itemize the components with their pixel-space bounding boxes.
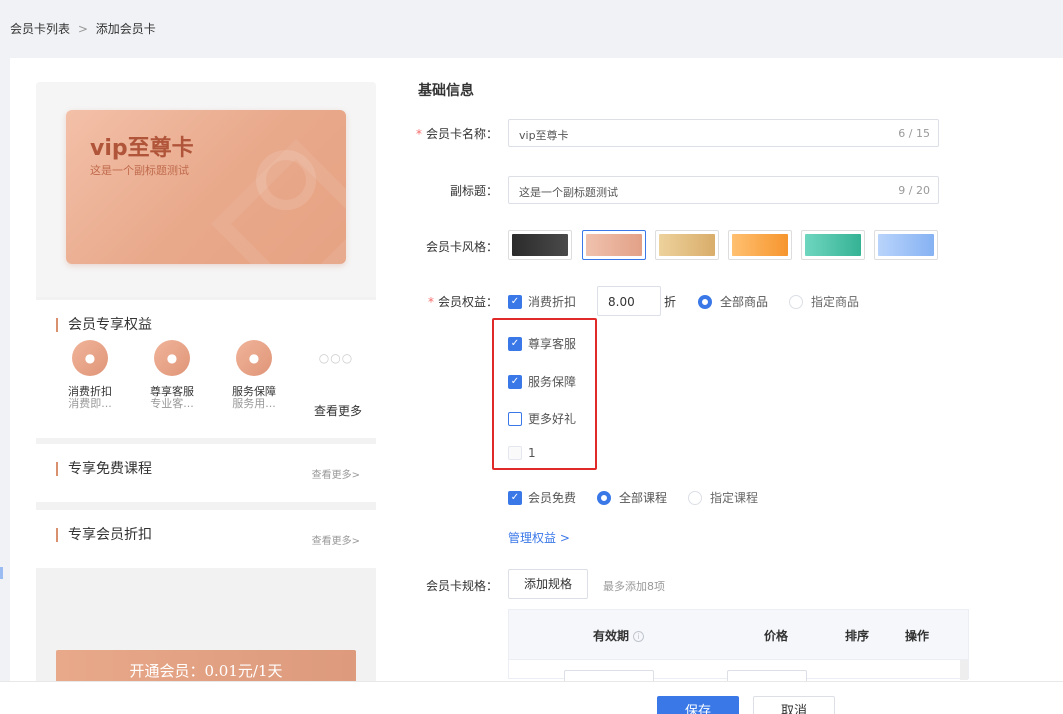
right-checkbox-service[interactable]: ✓ 尊享客服 [508,335,576,352]
member-discount-more-link[interactable]: 查看更多> [312,532,360,547]
checkbox-icon [508,411,522,426]
add-spec-button[interactable]: 添加规格 [508,569,588,599]
card-subtitle: 这是一个副标题测试 [90,164,189,177]
check-icon: ✓ [508,294,522,309]
swatch-rose-selected[interactable] [582,230,646,260]
free-checkbox[interactable]: ✓ 会员免费 [508,489,576,506]
radio-selected-icon [597,490,611,505]
course-specific-radio[interactable]: 指定课程 [688,489,758,506]
scope-specific-radio[interactable]: 指定商品 [789,293,859,310]
required-mark: * [427,295,434,309]
radio-selected-icon [698,294,712,309]
save-button[interactable]: 保存 [657,696,739,714]
member-discount-section: 专享会员折扣 查看更多> [36,510,376,568]
table-header: 有效期 i 价格 排序 操作 [509,610,968,660]
spec-table: 有效期 i 价格 排序 操作 [508,609,969,700]
service-icon: ● [154,340,190,376]
benefit-more[interactable]: ○○○ [306,340,366,376]
benefit-desc: 消费即... [68,397,112,410]
free-course-section: 专享免费课程 查看更多> [36,444,376,502]
tag-icon: ● [72,340,108,376]
breadcrumb-parent[interactable]: 会员卡列表 [10,22,70,36]
rights-label: * 会员权益： [427,295,498,309]
column-header-price: 价格 [764,629,789,643]
breadcrumb-separator: > [77,22,88,36]
benefit-desc: 专业客... [150,397,194,410]
card-title: vip至尊卡 [90,136,194,161]
required-mark: * [415,127,422,141]
check-icon: ✓ [508,374,522,389]
subtitle-value: 这是一个副标题测试 [519,186,618,199]
member-discount-title: 专享会员折扣 [56,528,152,542]
main-panel: vip至尊卡 这是一个副标题测试 会员专享权益 ● 消费折扣 消费即... ● … [10,58,1063,714]
benefits-section: 会员专享权益 ● 消费折扣 消费即... ● 尊享客服 专业客... ● 服务保… [36,300,376,438]
discount-unit: 折 [663,295,676,309]
manage-rights-link[interactable]: 管理权益 > [508,529,570,546]
benefit-desc: 服务用... [232,397,276,410]
subtitle-input[interactable]: 这是一个副标题测试 9 / 20 [508,176,939,204]
footer-bar: 保存 取消 [0,681,1063,714]
vip-card: vip至尊卡 这是一个副标题测试 [66,110,346,264]
card-area: vip至尊卡 这是一个副标题测试 [36,82,376,297]
column-header-actions: 操作 [905,629,930,643]
benefits-list: ● 消费折扣 消费即... ● 尊享客服 专业客... ● 服务保障 服务用..… [50,340,370,430]
checkbox-icon [508,446,522,460]
discount-checkbox[interactable]: ✓ 消费折扣 [508,293,576,310]
benefit-item[interactable]: ● 消费折扣 消费即... [60,340,120,410]
subtitle-label: 副标题： [449,184,498,198]
course-all-radio[interactable]: 全部课程 [597,489,667,506]
info-icon[interactable]: i [633,631,645,642]
right-checkbox-1[interactable]: 1 [508,446,536,460]
more-dots-icon: ○○○ [318,351,354,365]
card-name-input[interactable]: vip至尊卡 6 / 15 [508,119,939,147]
benefits-more-label[interactable]: 查看更多 [314,402,362,419]
table-scrollbar[interactable] [960,660,968,680]
shield-icon: ● [236,340,272,376]
breadcrumb-current: 添加会员卡 [95,22,156,36]
top-bar: 会员卡列表 > 添加会员卡 [0,0,1063,58]
card-preview: vip至尊卡 这是一个副标题测试 会员专享权益 ● 消费折扣 消费即... ● … [36,82,376,692]
swatch-gold[interactable] [655,230,719,260]
card-decoration [211,139,346,264]
style-label: 会员卡风格： [425,240,498,254]
subtitle-counter: 9 / 20 [898,184,930,197]
breadcrumb: 会员卡列表 > 添加会员卡 [10,20,156,37]
check-icon: ✓ [508,336,522,351]
column-header-sort: 排序 [845,629,870,643]
swatch-orange[interactable] [728,230,792,260]
free-course-title: 专享免费课程 [56,462,152,476]
free-course-more-link[interactable]: 查看更多> [312,466,360,481]
radio-icon [789,294,803,309]
benefit-item[interactable]: ● 尊享客服 专业客... [142,340,202,410]
card-name-value: vip至尊卡 [519,129,569,142]
spec-hint: 最多添加8项 [603,580,665,593]
swatch-teal[interactable] [801,230,865,260]
side-indicator [0,567,3,579]
card-name-label: * 会员卡名称： [415,127,498,141]
card-name-counter: 6 / 15 [898,127,930,140]
section-title: 基础信息 [418,83,474,99]
radio-icon [688,490,702,505]
benefit-item[interactable]: ● 服务保障 服务用... [224,340,284,410]
right-checkbox-gifts[interactable]: 更多好礼 [508,410,576,427]
check-icon: ✓ [508,490,522,505]
cancel-button[interactable]: 取消 [753,696,835,714]
spec-label: 会员卡规格： [425,579,498,593]
right-checkbox-guarantee[interactable]: ✓ 服务保障 [508,373,576,390]
benefits-title: 会员专享权益 [56,318,152,332]
swatch-dark[interactable] [508,230,572,260]
scope-all-radio[interactable]: 全部商品 [698,293,768,310]
swatch-sky[interactable] [874,230,938,260]
column-header-validity: 有效期 i [593,627,645,644]
